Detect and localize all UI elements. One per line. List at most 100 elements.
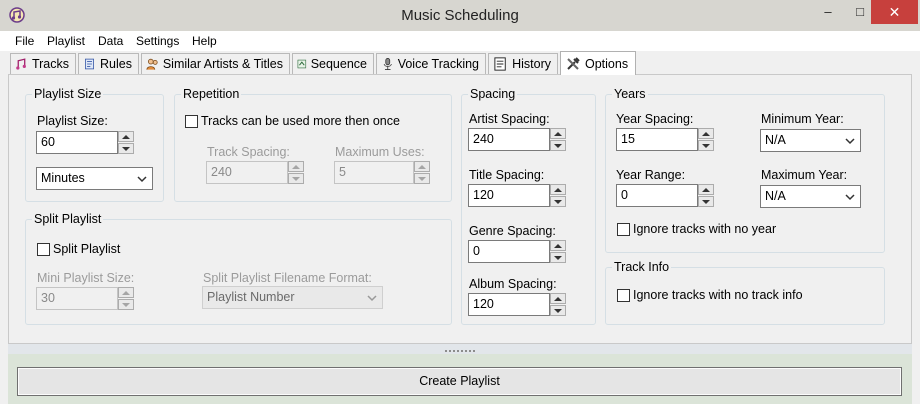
tab-options[interactable]: Options	[560, 51, 636, 75]
min-year-label: Minimum Year:	[761, 112, 844, 126]
menu-file[interactable]: File	[15, 34, 34, 48]
spin-up-icon[interactable]	[550, 128, 566, 139]
create-playlist-button[interactable]: Create Playlist	[17, 367, 902, 396]
ignore-no-track-info-label[interactable]: Ignore tracks with no track info	[633, 288, 803, 302]
spin-down-icon[interactable]	[698, 140, 714, 151]
playlist-size-label: Playlist Size:	[37, 114, 108, 128]
max-uses-input[interactable]: 5	[334, 161, 414, 184]
spin-up-icon[interactable]	[550, 293, 566, 304]
spin-down-icon[interactable]	[550, 140, 566, 151]
spin-down-icon[interactable]	[698, 196, 714, 207]
mini-playlist-size-label: Mini Playlist Size:	[37, 271, 135, 285]
spin-up-icon[interactable]	[550, 184, 566, 195]
genre-spacing-input[interactable]: 0	[468, 240, 550, 263]
spin-down-icon[interactable]	[550, 252, 566, 263]
mini-playlist-size-spinner[interactable]	[118, 287, 134, 310]
tab-rules-label: Rules	[100, 57, 132, 71]
min-year-select[interactable]: N/A	[760, 129, 861, 152]
menu-data[interactable]: Data	[98, 34, 123, 48]
spin-up-icon[interactable]	[698, 128, 714, 139]
album-spacing-spinner[interactable]	[550, 293, 566, 316]
track-spacing-spinner[interactable]	[288, 161, 304, 184]
playlist-unit-value: Minutes	[41, 171, 85, 185]
window-title: Music Scheduling	[401, 7, 519, 24]
repetition-checkbox[interactable]	[185, 115, 198, 128]
menu-bar: File Playlist Data Settings Help	[0, 31, 920, 51]
max-year-select[interactable]: N/A	[760, 185, 861, 208]
album-spacing-input[interactable]: 120	[468, 293, 550, 316]
spin-down-icon[interactable]	[288, 173, 304, 184]
spin-down-icon[interactable]	[550, 305, 566, 316]
menu-settings[interactable]: Settings	[136, 34, 179, 48]
spin-down-icon[interactable]	[118, 143, 134, 154]
tab-tracks-label: Tracks	[31, 57, 69, 71]
split-format-value: Playlist Number	[207, 290, 295, 304]
tab-voice-tracking[interactable]: Voice Tracking	[376, 53, 486, 74]
year-range-input[interactable]: 0	[616, 184, 698, 207]
spin-up-icon[interactable]	[550, 240, 566, 251]
tab-strip: Tracks Rules Similar Artists & Titles Se…	[0, 51, 920, 75]
genre-spacing-spinner[interactable]	[550, 240, 566, 263]
artist-spacing-spinner[interactable]	[550, 128, 566, 151]
max-uses-spinner[interactable]	[414, 161, 430, 184]
title-spacing-label: Title Spacing:	[469, 168, 545, 182]
year-spacing-spinner[interactable]	[698, 128, 714, 151]
ignore-no-track-info-checkbox[interactable]	[617, 289, 630, 302]
spin-down-icon[interactable]	[414, 173, 430, 184]
ignore-no-year-label[interactable]: Ignore tracks with no year	[633, 222, 776, 236]
genre-spacing-label: Genre Spacing:	[469, 224, 556, 238]
year-range-spinner[interactable]	[698, 184, 714, 207]
spin-up-icon[interactable]	[118, 131, 134, 142]
spin-up-icon[interactable]	[118, 287, 134, 298]
tab-history-label: History	[512, 57, 551, 71]
chevron-down-icon	[845, 194, 855, 201]
spacing-title: Spacing	[468, 87, 518, 101]
max-uses-label: Maximum Uses:	[335, 145, 425, 159]
title-spacing-spinner[interactable]	[550, 184, 566, 207]
tab-history[interactable]: History	[488, 53, 558, 74]
track-spacing-input[interactable]: 240	[206, 161, 288, 184]
years-title: Years	[612, 87, 648, 101]
history-icon	[494, 57, 506, 71]
artist-spacing-label: Artist Spacing:	[469, 112, 550, 126]
chevron-down-icon	[137, 176, 147, 183]
split-format-select[interactable]: Playlist Number	[202, 286, 383, 309]
album-spacing-label: Album Spacing:	[469, 277, 557, 291]
spin-up-icon[interactable]	[698, 184, 714, 195]
spin-down-icon[interactable]	[118, 299, 134, 310]
playlist-size-spinner[interactable]	[118, 131, 134, 154]
split-playlist-checkbox-label[interactable]: Split Playlist	[53, 242, 120, 256]
playlist-unit-select[interactable]: Minutes	[36, 167, 153, 190]
tools-icon	[567, 56, 580, 70]
minimize-button[interactable]: –	[812, 0, 844, 24]
repetition-title: Repetition	[181, 87, 242, 101]
ignore-no-year-checkbox[interactable]	[617, 223, 630, 236]
max-year-value: N/A	[765, 189, 786, 203]
repetition-checkbox-label[interactable]: Tracks can be used more then once	[201, 114, 400, 128]
close-button[interactable]: ✕	[871, 0, 918, 24]
tab-rules[interactable]: Rules	[78, 53, 139, 74]
artist-spacing-input[interactable]: 240	[468, 128, 550, 151]
split-format-label: Split Playlist Filename Format:	[203, 271, 372, 285]
spin-down-icon[interactable]	[550, 196, 566, 207]
tab-tracks[interactable]: Tracks	[10, 53, 76, 74]
tab-similar-artists[interactable]: Similar Artists & Titles	[141, 53, 290, 74]
playlist-size-input[interactable]: 60	[36, 131, 118, 154]
year-spacing-input[interactable]: 15	[616, 128, 698, 151]
split-playlist-title: Split Playlist	[32, 212, 104, 226]
tab-sequence[interactable]: Sequence	[292, 53, 374, 74]
menu-playlist[interactable]: Playlist	[47, 34, 85, 48]
chevron-down-icon	[367, 295, 377, 302]
spin-up-icon[interactable]	[414, 161, 430, 172]
max-year-label: Maximum Year:	[761, 168, 848, 182]
options-panel: Playlist Size Playlist Size: 60 Minutes …	[8, 74, 912, 344]
tab-voice-tracking-label: Voice Tracking	[397, 57, 479, 71]
mini-playlist-size-input[interactable]: 30	[36, 287, 118, 310]
playlist-size-title: Playlist Size	[32, 87, 104, 101]
menu-help[interactable]: Help	[192, 34, 217, 48]
title-spacing-input[interactable]: 120	[468, 184, 550, 207]
year-range-label: Year Range:	[616, 168, 686, 182]
split-playlist-checkbox[interactable]	[37, 243, 50, 256]
rules-icon	[85, 58, 94, 70]
spin-up-icon[interactable]	[288, 161, 304, 172]
